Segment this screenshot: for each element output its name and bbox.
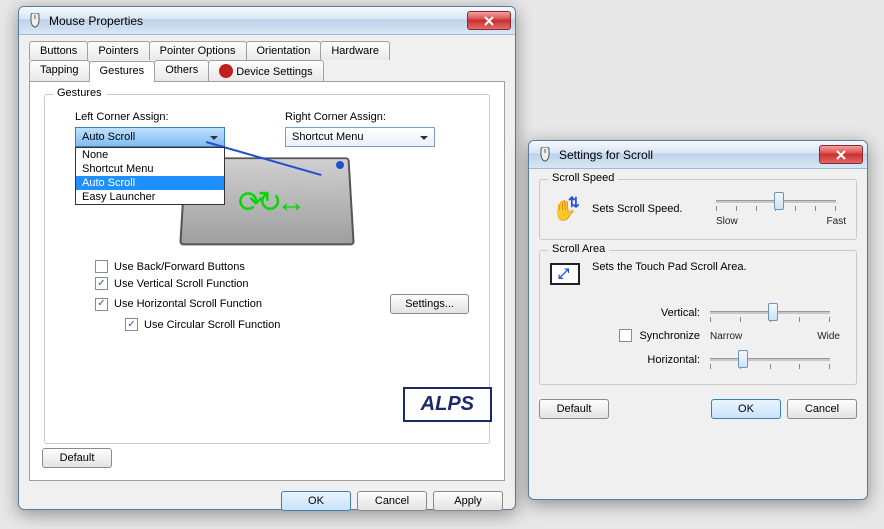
tab-row-1: Buttons Pointers Pointer Options Orienta… [29,41,505,60]
dialog-buttons: OK Cancel Apply [29,481,505,513]
scroll-ok-button[interactable]: OK [711,399,781,419]
window-title: Mouse Properties [49,14,467,28]
scroll-area-group: Scroll Area Sets the Touch Pad Scroll Ar… [539,250,857,385]
check-vertical-scroll[interactable] [95,277,108,290]
right-corner-value: Shortcut Menu [292,131,364,143]
check-vertical-scroll-label: Use Vertical Scroll Function [114,278,249,290]
tab-device-settings-label: Device Settings [236,66,312,78]
scroll-speed-slider[interactable] [716,190,836,214]
right-corner-label: Right Corner Assign: [285,111,435,123]
option-auto-scroll[interactable]: Auto Scroll [76,176,224,190]
cancel-button[interactable]: Cancel [357,491,427,511]
check-horizontal-scroll[interactable] [95,298,108,311]
scroll-speed-desc: Sets Scroll Speed. [592,203,683,215]
tab-gestures[interactable]: Gestures [89,61,156,82]
tab-orientation[interactable]: Orientation [246,41,322,60]
scroll-speed-group: Scroll Speed Sets Scroll Speed. Slow Fas… [539,179,857,240]
titlebar[interactable]: Mouse Properties [19,7,515,35]
check-circ-row: Use Circular Scroll Function [125,318,479,331]
tab-others[interactable]: Others [154,60,209,81]
scroll-cancel-button[interactable]: Cancel [787,399,857,419]
check-horizontal-scroll-label: Use Horizontal Scroll Function [114,298,262,310]
check-vert-row: Use Vertical Scroll Function [95,277,479,290]
tab-row-2: Tapping Gestures Others Device Settings [29,60,505,81]
check-circular-scroll-label: Use Circular Scroll Function [144,319,280,331]
tab-pointers[interactable]: Pointers [87,41,149,60]
left-corner-dropdown: None Shortcut Menu Auto Scroll Easy Laun… [75,147,225,205]
device-settings-icon [219,64,233,78]
settings-button[interactable]: Settings... [390,294,469,314]
apply-button[interactable]: Apply [433,491,503,511]
check-back-forward-label: Use Back/Forward Buttons [114,261,245,273]
tab-tapping[interactable]: Tapping [29,60,90,81]
left-corner-combo[interactable]: Auto Scroll None Shortcut Menu Auto Scro… [75,127,225,147]
scroll-default-button[interactable]: Default [539,399,609,419]
fast-label: Fast [827,216,846,227]
horizontal-area-slider[interactable] [710,348,830,372]
mouse-icon [537,147,553,163]
scroll-content: Scroll Speed Sets Scroll Speed. Slow Fas… [529,169,867,429]
tab-pointer-options[interactable]: Pointer Options [149,41,247,60]
option-easy-launcher[interactable]: Easy Launcher [76,190,224,204]
mouse-icon [27,13,43,29]
wide-label: Wide [817,331,840,342]
alps-brand: ALPS [403,387,492,422]
check-circular-scroll[interactable] [125,318,138,331]
option-shortcut-menu[interactable]: Shortcut Menu [76,162,224,176]
left-corner-value: Auto Scroll [82,131,135,143]
vertical-area-slider[interactable] [710,301,830,325]
scroll-speed-legend: Scroll Speed [548,172,618,184]
tab-buttons[interactable]: Buttons [29,41,88,60]
check-horiz-row: Use Horizontal Scroll Function Settings.… [95,294,479,314]
vertical-label: Vertical: [550,307,710,319]
close-button[interactable] [467,11,511,30]
mouse-properties-window: Mouse Properties Buttons Pointers Pointe… [18,6,516,510]
synchronize-label: Synchronize [639,330,700,342]
horizontal-label: Horizontal: [550,354,710,366]
scroll-settings-window: Settings for Scroll Scroll Speed Sets Sc… [528,140,868,500]
default-button[interactable]: Default [42,448,112,468]
gestures-legend: Gestures [53,87,106,99]
scroll-titlebar[interactable]: Settings for Scroll [529,141,867,169]
tab-body: Gestures Left Corner Assign: Auto Scroll… [29,81,505,481]
tab-device-settings[interactable]: Device Settings [208,60,323,81]
scroll-area-legend: Scroll Area [548,243,609,255]
synchronize-check[interactable] [619,329,632,342]
scroll-close-button[interactable] [819,145,863,164]
right-corner-combo[interactable]: Shortcut Menu [285,127,435,147]
scroll-area-icon [550,263,580,285]
slow-label: Slow [716,216,738,227]
narrow-label: Narrow [710,331,742,342]
scroll-window-title: Settings for Scroll [559,148,819,162]
option-none[interactable]: None [76,148,224,162]
scroll-speed-icon [550,194,582,224]
ok-button[interactable]: OK [281,491,351,511]
tab-hardware[interactable]: Hardware [320,41,390,60]
check-back-forward[interactable] [95,260,108,273]
content: Buttons Pointers Pointer Options Orienta… [19,35,515,523]
scroll-area-desc: Sets the Touch Pad Scroll Area. [592,261,747,273]
left-corner-label: Left Corner Assign: [75,111,225,123]
check-back-forward-row: Use Back/Forward Buttons [95,260,479,273]
